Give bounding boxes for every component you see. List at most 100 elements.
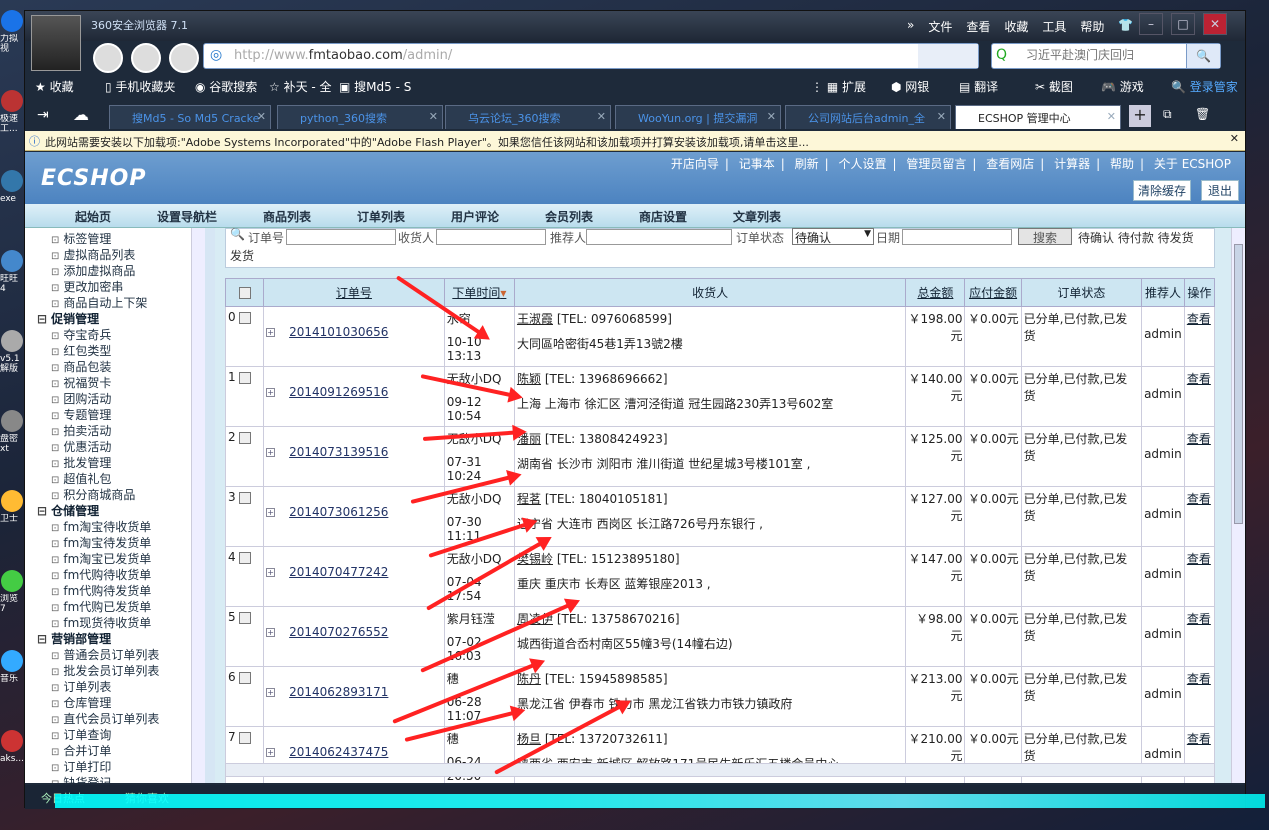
close-icon[interactable]: ✕	[1230, 132, 1239, 145]
close-icon[interactable]: ✕	[767, 110, 776, 123]
sidebar-item[interactable]: 祝福贺卡	[51, 374, 111, 391]
sidebar-item[interactable]: fm淘宝已发货单	[51, 550, 151, 567]
tab-python[interactable]: python_360搜索 ✕	[277, 105, 443, 129]
horizontal-scrollbar[interactable]	[225, 763, 1215, 777]
consignee-name[interactable]: 杨旦	[517, 732, 541, 746]
expand-icon[interactable]: +	[266, 388, 276, 397]
bookmark-md5[interactable]: ▣ 搜Md5 - S	[339, 78, 411, 95]
tab-admin[interactable]: 公司网站后台admin_全 ✕	[785, 105, 951, 129]
expand-icon[interactable]: +	[266, 508, 276, 517]
extensions-button[interactable]: ⋮ ▦ 扩展	[811, 78, 866, 95]
sidebar-section-header[interactable]: 仓储管理	[37, 502, 99, 519]
address-tools[interactable]	[918, 44, 978, 68]
close-icon[interactable]: ✕	[429, 110, 438, 123]
nav-shop-settings[interactable]: 商店设置	[639, 208, 687, 225]
url-text[interactable]: http://www.fmtaobao.com/admin/	[234, 48, 452, 63]
menu-view[interactable]: 查看	[966, 18, 990, 35]
sidebar-section-header[interactable]: 促销管理	[37, 310, 99, 327]
content-scrollbar[interactable]	[1231, 228, 1245, 783]
expand-icon[interactable]: +	[266, 748, 276, 757]
link-refresh[interactable]: 刷新	[795, 157, 819, 171]
quick-filter-shipped[interactable]: 发货	[230, 247, 254, 264]
skin-icon[interactable]: 👕	[1118, 18, 1133, 35]
view-link[interactable]: 查看	[1187, 312, 1211, 326]
row-checkbox[interactable]	[239, 731, 252, 744]
sidebar-item[interactable]: 普通会员订单列表	[51, 646, 159, 663]
link-help[interactable]: 帮助	[1110, 157, 1134, 171]
desktop-icon[interactable]: 浏览 7	[0, 568, 24, 614]
search-icon[interactable]: 🔍	[1186, 44, 1220, 68]
translate-button[interactable]: ▤ 翻译	[959, 78, 998, 95]
shortcut-icon[interactable]: »	[907, 18, 914, 35]
view-link[interactable]: 查看	[1187, 672, 1211, 686]
cloud-icon[interactable]: ☁	[73, 105, 89, 124]
sidebar-item[interactable]: 订单查询	[51, 726, 111, 743]
desktop-icon[interactable]: v5.1 解版	[0, 328, 24, 374]
sidebar-item[interactable]: fm代购已发货单	[51, 598, 151, 615]
new-tab-button[interactable]: +	[1129, 105, 1151, 127]
sidebar-item[interactable]: 缺货登记	[51, 774, 111, 783]
nav-setup[interactable]: 设置导航栏	[157, 208, 217, 225]
refresh-icon[interactable]	[169, 43, 199, 73]
sidebar-item[interactable]: 订单列表	[51, 678, 111, 695]
view-link[interactable]: 查看	[1187, 732, 1211, 746]
desktop-icon[interactable]: 极速 工...	[0, 88, 24, 134]
header-total[interactable]: 总金额	[905, 278, 966, 307]
expand-icon[interactable]: +	[266, 688, 276, 697]
desktop-icon[interactable]: 旺旺 4	[0, 248, 24, 294]
sidebar-item[interactable]: 团购活动	[51, 390, 111, 407]
sidebar-item[interactable]: fm代购待发货单	[51, 582, 151, 599]
nav-comments[interactable]: 用户评论	[451, 208, 499, 225]
scroll-thumb[interactable]	[1234, 244, 1243, 524]
tab-md5[interactable]: 搜Md5 - So Md5 Cracke ✕	[109, 105, 271, 129]
bookmark-mobile[interactable]: ▯ 手机收藏夹	[105, 78, 175, 95]
menu-favorites[interactable]: 收藏	[1004, 18, 1028, 35]
order-no-link[interactable]: 2014070276552	[266, 625, 442, 639]
sidebar-item[interactable]: fm淘宝待收货单	[51, 518, 151, 535]
consignee-name[interactable]: 程茗	[517, 492, 541, 506]
row-checkbox[interactable]	[239, 371, 252, 384]
row-checkbox[interactable]	[239, 671, 252, 684]
referrer-input[interactable]	[586, 229, 732, 245]
clear-cache-button[interactable]: 清除缓存	[1133, 180, 1192, 201]
address-bar[interactable]: ◎ http://www.fmtaobao.com/admin/	[203, 43, 979, 69]
close-icon[interactable]: ✕	[257, 110, 266, 123]
expand-icon[interactable]: +	[266, 448, 276, 457]
nav-members[interactable]: 会员列表	[545, 208, 593, 225]
tab-wooyun-bbs[interactable]: 乌云论坛_360搜索 ✕	[445, 105, 611, 129]
frame-splitter[interactable]	[205, 228, 215, 783]
bookmark-google[interactable]: ◉ 谷歌搜索	[195, 78, 257, 95]
header-order-time[interactable]: 下单时间▾	[443, 278, 515, 307]
trash-icon[interactable]: 🗑	[1195, 107, 1210, 121]
view-link[interactable]: 查看	[1187, 432, 1211, 446]
desktop-icon[interactable]: exe	[0, 168, 24, 210]
search-input[interactable]	[1026, 48, 1176, 62]
sidebar-item[interactable]: 合并订单	[51, 742, 111, 759]
menu-tools[interactable]: 工具	[1042, 18, 1066, 35]
link-profile[interactable]: 个人设置	[839, 157, 887, 171]
sidebar-item[interactable]: 批发会员订单列表	[51, 662, 159, 679]
search-button[interactable]: 搜索	[1018, 228, 1072, 245]
row-checkbox[interactable]	[239, 611, 252, 624]
sidebar-item[interactable]: 专题管理	[51, 406, 111, 423]
link-calculator[interactable]: 计算器	[1054, 157, 1090, 171]
link-messages[interactable]: 管理员留言	[906, 157, 966, 171]
search-engine-icon[interactable]: Q	[996, 47, 1007, 63]
date-input[interactable]	[902, 229, 1012, 245]
consignee-name[interactable]: 陈丹	[517, 672, 541, 686]
tab-wooyun[interactable]: WooYun.org | 提交漏洞 ✕	[615, 105, 781, 129]
expand-icon[interactable]: +	[266, 568, 276, 577]
sidebar-item[interactable]: 积分商城商品	[51, 486, 135, 503]
select-all-checkbox[interactable]	[238, 287, 251, 299]
sidebar-item[interactable]: 标签管理	[51, 230, 111, 247]
status-select[interactable]: 待确认 ▼	[792, 228, 874, 245]
maximize-button[interactable]: □	[1171, 13, 1195, 35]
menu-file[interactable]: 文件	[928, 18, 952, 35]
row-checkbox[interactable]	[239, 551, 252, 564]
desktop-icon[interactable]: 力拟 视	[0, 8, 24, 54]
close-icon[interactable]: ✕	[937, 110, 946, 123]
header-payable[interactable]: 应付金额	[964, 278, 1022, 307]
minimize-button[interactable]: –	[1139, 13, 1163, 35]
row-checkbox[interactable]	[239, 431, 252, 444]
login-manager-button[interactable]: 🔍 登录管家	[1171, 78, 1238, 95]
